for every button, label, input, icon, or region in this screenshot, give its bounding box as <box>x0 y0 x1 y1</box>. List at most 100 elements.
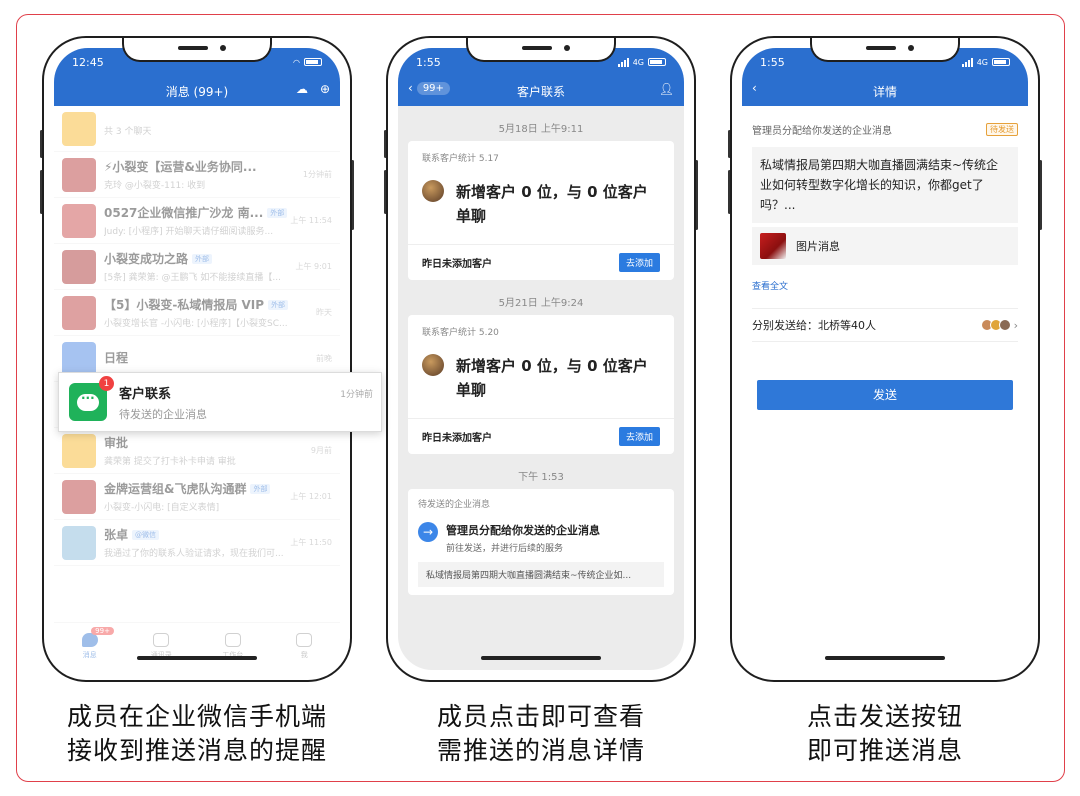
chat-avatar <box>62 525 96 560</box>
page-title: 客户联系 <box>516 84 565 99</box>
chat-title-text: 日程 <box>104 350 129 365</box>
chat-time: 上午 11:54 <box>290 216 332 225</box>
go-add-button[interactable]: 去添加 <box>618 253 660 272</box>
stats-card[interactable]: 联系客户统计 5.17 新增客户 0 位，与 0 位客户单聊 昨日未添加客户 去添加 <box>408 141 674 280</box>
home-indicator <box>825 656 945 660</box>
send-to-row[interactable]: 分别发送给：北桥等40人 › <box>752 308 1018 342</box>
tab-item[interactable]: 我 <box>269 623 341 670</box>
phone-message-list: 12:45 ◠ 消息 (99+) ☁ ⊕ 共 3 个聊天 ⚡小裂变【运营&业务协同… <box>42 36 352 682</box>
caption-1: 成员在企业微信手机端 接收到推送消息的提醒 <box>17 700 377 768</box>
popup-subtitle: 待发送的企业消息 <box>119 407 207 421</box>
card-main: 新增客户 0 位，与 0 位客户单聊 <box>408 164 674 244</box>
chat-title-text: 0527企业微信推广沙龙 南... <box>104 206 264 220</box>
caption-line: 成员在企业微信手机端 <box>66 702 327 731</box>
chat-title-text: 【5】小裂变-私域情报局 VIP <box>104 298 265 312</box>
home-indicator <box>137 656 257 660</box>
phone-notch <box>122 38 272 62</box>
network-type: 4G <box>632 57 644 67</box>
popup-title: 客户联系 <box>119 386 172 402</box>
chat-body: 审批 龚荣第 提交了打卡补卡申请 审批 <box>104 434 332 467</box>
card-footer-text: 昨日未添加客户 <box>422 259 492 270</box>
chat-preview: 克玲 @小裂变-111: 收到 <box>104 181 206 191</box>
chat-avatar <box>62 111 96 146</box>
chat-list-item[interactable]: 0527企业微信推广沙龙 南... 外部 Judy: [小程序] 开始聊天请仔细阅读… <box>54 198 340 244</box>
notification-popup[interactable]: 1 客户联系 待发送的企业消息 1分钟前 <box>58 372 382 432</box>
recipient-avatars: › <box>980 319 1018 332</box>
chat-avatar <box>62 433 96 468</box>
card-footer: 昨日未添加客户 去添加 <box>408 418 674 454</box>
chat-bubble-icon <box>77 391 99 411</box>
home-indicator <box>481 656 601 660</box>
tab-badge: 99+ <box>91 627 114 635</box>
pending-row: → 管理员分配给你发送的企业消息 前往发送，并进行后续的服务 <box>418 522 664 554</box>
avatar <box>422 354 444 376</box>
signal-icon <box>961 57 973 67</box>
chat-body: 共 3 个聊天 <box>104 121 332 137</box>
card-main-text: 新增客户 0 位，与 0 位客户单聊 <box>456 183 648 225</box>
chat-title-text: 张卓 <box>104 528 129 542</box>
phone-customer-contact: 1:55 4G ‹ 99+ 客户联系 👤︎ 5月18日 上午9:11 联系客户统计… <box>386 36 696 682</box>
chat-avatar <box>62 341 96 376</box>
chat-title: 日程 <box>104 349 332 366</box>
card-main-text: 新增客户 0 位，与 0 位客户单聊 <box>456 357 648 399</box>
message-text: 私域情报局第四期大咖直播圆满结束~传统企业如何转型数字化增长的知识，你都get了… <box>752 147 1018 223</box>
tab-item[interactable]: 工作台 <box>197 623 269 670</box>
pending-subtitle: 前往发送，并进行后续的服务 <box>446 544 564 554</box>
avatar <box>998 319 1011 331</box>
status-time: 12:45 <box>72 55 104 69</box>
view-all-link[interactable]: 查看全文 <box>752 279 1018 292</box>
send-to-label: 分别发送给：北桥等40人 <box>752 319 876 332</box>
chat-list-item[interactable]: 审批 龚荣第 提交了打卡补卡申请 审批 9月前 <box>54 428 340 474</box>
chat-list-item[interactable]: 金牌运营组&飞虎队沟通群 外部 小裂变-小闪电: [自定义表情] 上午 12:01 <box>54 474 340 520</box>
card-footer-text: 昨日未添加客户 <box>422 433 492 444</box>
caption-3: 点击发送按钮 即可推送消息 <box>705 700 1065 768</box>
chat-list-item[interactable]: ⚡小裂变【运营&业务协同... 克玲 @小裂变-111: 收到 1分钟前 <box>54 152 340 198</box>
chat-time: 上午 9:01 <box>295 262 332 271</box>
chevron-left-icon: ‹ <box>408 81 413 95</box>
tab-icon <box>81 633 98 647</box>
page-title: 详情 <box>872 84 897 99</box>
chat-time: 9月前 <box>310 446 332 455</box>
pending-message-card[interactable]: 待发送的企业消息 → 管理员分配给你发送的企业消息 前往发送，并进行后续的服务 私域情报… <box>408 489 674 595</box>
pending-title: 管理员分配给你发送的企业消息 <box>446 524 600 537</box>
tab-icon <box>296 633 313 647</box>
screen: 12:45 ◠ 消息 (99+) ☁ ⊕ 共 3 个聊天 ⚡小裂变【运营&业务协同… <box>54 48 340 670</box>
chat-title-text: 金牌运营组&飞虎队沟通群 <box>104 482 247 496</box>
profile-button[interactable]: 👤︎ <box>659 82 674 96</box>
image-message[interactable]: 图片消息 <box>752 227 1018 265</box>
detail-header-text: 管理员分配给你发送的企业消息 <box>752 126 892 137</box>
battery-icon <box>992 58 1010 66</box>
detail-header: 管理员分配给你发送的企业消息 待发送 <box>752 122 1018 137</box>
back-badge: 99+ <box>416 81 450 95</box>
stats-card[interactable]: 联系客户统计 5.20 新增客户 0 位，与 0 位客户单聊 昨日未添加客户 去添加 <box>408 315 674 454</box>
caption-line: 即可推送消息 <box>806 736 963 765</box>
chat-list: 共 3 个聊天 ⚡小裂变【运营&业务协同... 克玲 @小裂变-111: 收到 1分钟… <box>54 106 340 622</box>
image-thumbnail <box>760 233 786 259</box>
chat-list-item[interactable]: 【5】小裂变-私域情报局 VIP 外部 小裂变增长官 -小闪电: [小程序]【小裂变… <box>54 290 340 336</box>
tab-item[interactable]: 通讯录 <box>126 623 198 670</box>
chat-preview: 龚荣第 提交了打卡补卡申请 审批 <box>104 457 236 467</box>
phone-notch <box>810 38 960 62</box>
send-button[interactable]: 发送 <box>757 380 1013 410</box>
caption-line: 需推送的消息详情 <box>436 736 645 765</box>
back-button[interactable]: ‹ 99+ <box>408 81 450 95</box>
chat-list-item[interactable]: 共 3 个聊天 <box>54 106 340 152</box>
chat-list-item[interactable]: 小裂变成功之路 外部 [5条] 龚荣第: @王鹏飞 如不能接续直播【... 上午 9:… <box>54 244 340 290</box>
chat-title: 【5】小裂变-私域情报局 VIP 外部 <box>104 296 332 313</box>
chat-list-item[interactable]: 张卓 @微信 我通过了你的联系人验证请求，现在我们可... 上午 11:50 <box>54 520 340 566</box>
tab-bar: 消息 99+ 通讯录 工作台我 <box>54 622 340 670</box>
status-icons: ◠ <box>293 58 322 67</box>
plus-circle-icon[interactable]: ⊕ <box>320 82 330 96</box>
cloud-icon[interactable]: ☁ <box>296 82 308 96</box>
signal-icon <box>617 57 629 67</box>
screen: 1:55 4G ‹ 详情 管理员分配给你发送的企业消息 待发送 私域情报局第四期… <box>742 48 1028 670</box>
chat-avatar <box>62 203 96 238</box>
pending-quote: 私域情报局第四期大咖直播圆满结束~传统企业如... <box>418 562 664 587</box>
message-timestamp: 5月18日 上午9:11 <box>498 124 584 135</box>
go-add-button[interactable]: 去添加 <box>618 427 660 446</box>
wifi-icon: ◠ <box>293 57 300 67</box>
tab-item[interactable]: 消息 99+ <box>54 623 126 670</box>
status-icons: 4G <box>961 57 1010 67</box>
back-button[interactable]: ‹ <box>752 81 757 95</box>
card-main: 新增客户 0 位，与 0 位客户单聊 <box>408 338 674 418</box>
